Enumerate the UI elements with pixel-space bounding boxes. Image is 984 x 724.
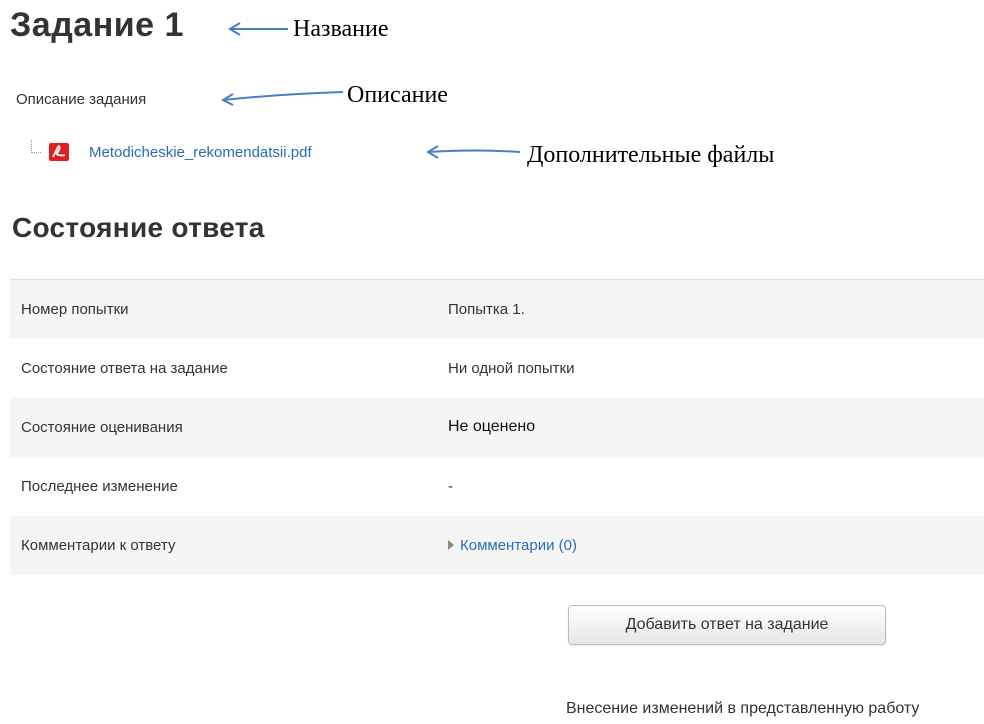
row-value-attempt: Попытка 1. — [437, 279, 984, 339]
table-row: Комментарии к ответу Комментарии (0) — [10, 515, 984, 575]
comments-link[interactable]: Комментарии (0) — [460, 537, 577, 554]
assignment-description: Описание задания — [16, 91, 147, 108]
annotation-arrow-title — [228, 22, 288, 36]
row-value-submission-status: Ни одной попытки — [448, 359, 575, 377]
annotation-arrow-files — [426, 145, 521, 159]
submission-status-heading: Состояние ответа — [12, 212, 265, 243]
row-label-grading-status: Состояние оценивания — [21, 418, 183, 436]
table-row: Последнее изменение - — [10, 457, 984, 516]
add-submission-button[interactable]: Добавить ответ на задание — [568, 605, 886, 645]
submission-status-table: Номер попытки Попытка 1. Состояние ответ… — [10, 279, 984, 575]
file-tree-line — [31, 140, 41, 153]
edit-submission-note: Внесение изменений в представленную рабо… — [566, 700, 920, 717]
table-row: Состояние оценивания Не оценено — [10, 397, 984, 457]
row-value-grading-status: Не оценено — [448, 418, 536, 435]
file-link[interactable]: Metodicheskie_rekomendatsii.pdf — [89, 144, 312, 161]
annotation-arrow-description — [220, 91, 344, 106]
expand-triangle-icon — [448, 539, 454, 550]
row-label-attempt: Номер попытки — [10, 279, 437, 339]
row-label-comments: Комментарии к ответу — [21, 536, 176, 554]
table-row: Состояние ответа на задание Ни одной поп… — [10, 339, 984, 398]
row-value-last-modified: - — [448, 477, 453, 495]
comments-toggle[interactable]: Комментарии (0) — [448, 537, 577, 554]
annotation-title-label: Название — [293, 16, 389, 42]
annotation-files-label: Дополнительные файлы — [527, 142, 775, 168]
table-row: Номер попытки Попытка 1. — [10, 279, 984, 339]
row-label-submission-status: Состояние ответа на задание — [21, 359, 228, 377]
row-value-comments: Комментарии (0) — [437, 516, 984, 575]
page-title: Задание 1 — [10, 6, 184, 44]
annotation-description-label: Описание — [347, 82, 448, 108]
pdf-icon — [49, 143, 69, 161]
row-label-last-modified: Последнее изменение — [21, 477, 178, 495]
